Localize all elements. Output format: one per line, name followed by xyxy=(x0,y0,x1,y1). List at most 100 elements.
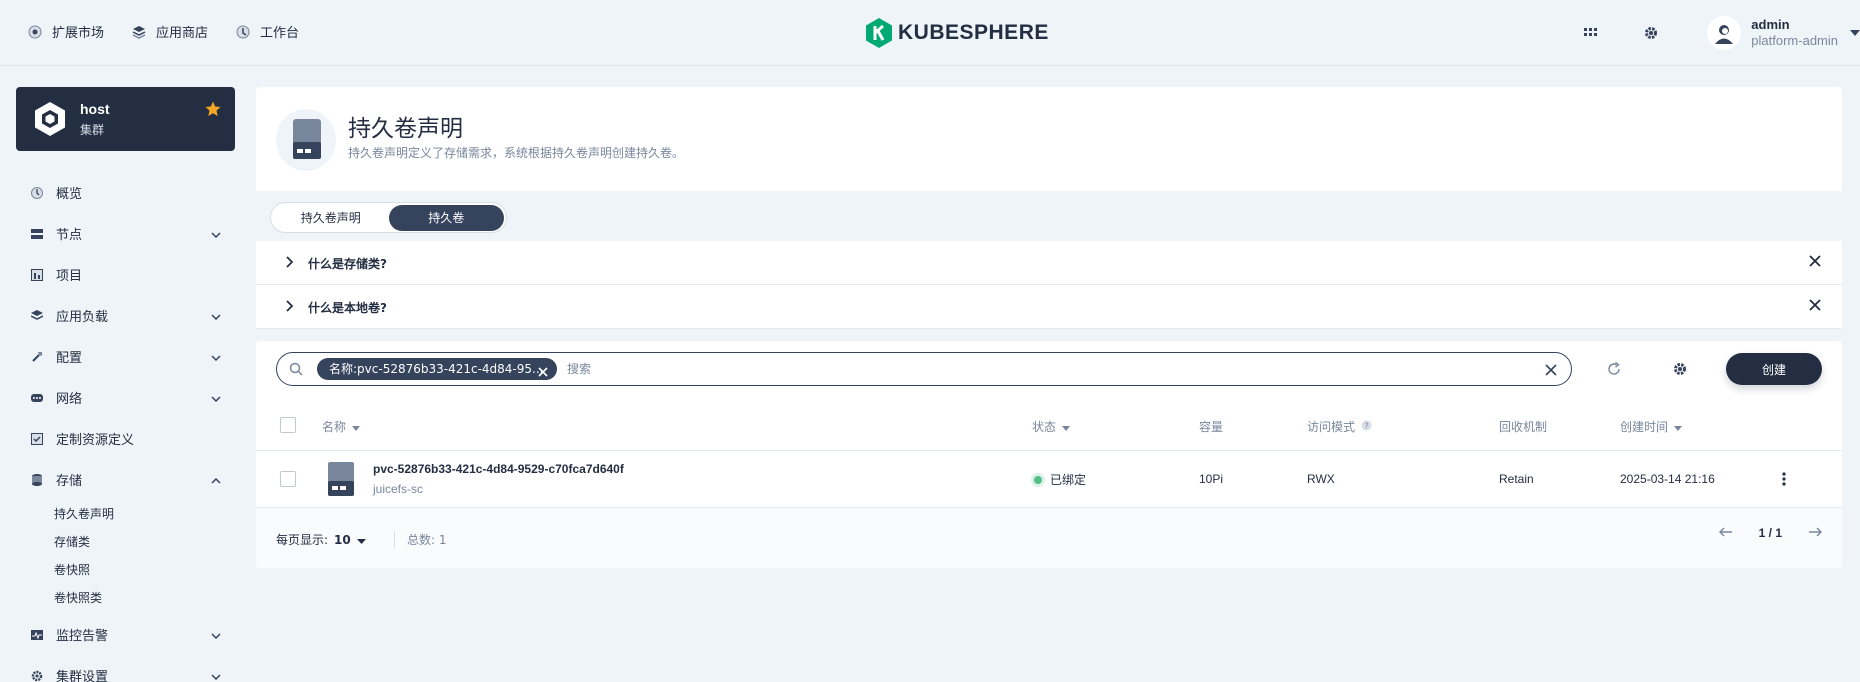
volume-name-link[interactable]: pvc-52876b33-421c-4d84-9529-c70fca7d640f xyxy=(373,462,624,476)
star-icon[interactable] xyxy=(205,101,221,120)
column-created[interactable]: 创建时间 xyxy=(1620,418,1683,435)
topnav-workbench[interactable]: 工作台 xyxy=(236,22,299,41)
sidebar-item-network[interactable]: 网络 xyxy=(16,377,235,418)
table-header: 名称 状态 容量 访问模式 ? 回收机制 创建时间 xyxy=(256,399,1842,451)
volume-icon xyxy=(276,109,336,171)
status-badge: 已绑定 xyxy=(1034,471,1086,488)
sidebar-item-cluster-settings[interactable]: 集群设置 xyxy=(16,655,235,682)
kubesphere-logo-icon xyxy=(866,18,892,48)
top-right-actions: admin platform-admin xyxy=(1571,0,1860,66)
column-label: 创建时间 xyxy=(1620,420,1669,434)
column-capacity: 容量 xyxy=(1199,418,1223,435)
sidebar-item-label: 概览 xyxy=(56,187,83,202)
user-name: admin xyxy=(1751,17,1790,32)
column-settings-button[interactable] xyxy=(1666,356,1694,384)
select-all-checkbox[interactable] xyxy=(280,417,296,433)
column-label: 访问模式 xyxy=(1307,420,1356,434)
sidebar-item-label: 定制资源定义 xyxy=(56,433,135,448)
cluster-name: host xyxy=(80,101,110,117)
sidebar-item-label: 应用负载 xyxy=(56,310,109,325)
sidebar-item-nodes[interactable]: 节点 xyxy=(16,213,235,254)
refresh-button[interactable] xyxy=(1600,356,1628,384)
sidebar-subitem-pvc[interactable]: 持久卷声明 xyxy=(16,500,235,528)
page-header: 持久卷声明 持久卷声明定义了存储需求，系统根据持久卷声明创建持久卷。 xyxy=(256,87,1842,191)
faq-storage-class[interactable]: 什么是存储类? xyxy=(256,241,1842,285)
help-icon[interactable]: ? xyxy=(1361,420,1372,434)
config-icon xyxy=(30,350,44,364)
cluster-icon xyxy=(30,99,70,139)
user-menu[interactable]: admin platform-admin xyxy=(1707,16,1860,50)
sidebar-subitem-volume-snapshot-class[interactable]: 卷快照类 xyxy=(16,584,235,612)
sidebar-item-projects[interactable]: 项目 xyxy=(16,254,235,295)
next-page-icon[interactable] xyxy=(1808,526,1822,540)
topnav-extensions[interactable]: 扩展市场 xyxy=(28,22,104,41)
created-time-value: 2025-03-14 21:16 xyxy=(1620,472,1715,486)
sidebar-item-storage[interactable]: 存储 xyxy=(16,459,235,500)
chevron-down-icon xyxy=(211,628,221,643)
column-status[interactable]: 状态 xyxy=(1032,418,1071,435)
faq-label: 什么是本地卷? xyxy=(308,301,387,315)
page-title: 持久卷声明 xyxy=(348,116,463,142)
page-size-value: 10 xyxy=(334,532,351,547)
column-name[interactable]: 名称 xyxy=(322,418,361,435)
pager: 1 / 1 xyxy=(1718,526,1822,540)
volume-icon xyxy=(326,461,356,500)
column-label: 状态 xyxy=(1032,420,1057,434)
table-row[interactable]: pvc-52876b33-421c-4d84-9529-c70fca7d640f… xyxy=(256,451,1842,508)
close-icon[interactable] xyxy=(537,363,549,385)
grid-icon xyxy=(1584,28,1598,38)
topnav-app-store[interactable]: 应用商店 xyxy=(132,22,208,41)
page-description: 持久卷声明定义了存储需求，系统根据持久卷声明创建持久卷。 xyxy=(348,146,685,160)
faq-local-volume[interactable]: 什么是本地卷? xyxy=(256,285,1842,329)
status-dot-icon xyxy=(1034,475,1042,484)
sidebar-item-monitoring[interactable]: 监控告警 xyxy=(16,614,235,655)
chevron-right-icon xyxy=(286,299,294,315)
sidebar-item-config[interactable]: 配置 xyxy=(16,336,235,377)
filter-chip-label: 名称:pvc-52876b33-421c-4d84-95... xyxy=(329,362,544,376)
sidebar-item-crd[interactable]: 定制资源定义 xyxy=(16,418,235,459)
chevron-down-icon xyxy=(211,309,221,324)
topnav-label: 应用商店 xyxy=(156,26,209,41)
settings-button[interactable] xyxy=(1631,13,1671,53)
column-label: 容量 xyxy=(1199,420,1224,434)
prev-page-icon[interactable] xyxy=(1718,526,1733,540)
apps-grid-button[interactable] xyxy=(1571,13,1611,53)
chevron-down-icon xyxy=(211,227,221,242)
sidebar-subitem-volume-snapshot[interactable]: 卷快照 xyxy=(16,556,235,584)
status-label: 已绑定 xyxy=(1050,473,1087,487)
search-bar[interactable]: 名称:pvc-52876b33-421c-4d84-95... xyxy=(276,352,1572,386)
page-size-select[interactable]: 每页显示: 10 xyxy=(276,531,366,548)
more-actions-icon[interactable] xyxy=(1774,469,1794,489)
sidebar-item-label: 监控告警 xyxy=(56,629,109,644)
brand-logo[interactable]: KUBESPHERE xyxy=(866,18,1049,48)
sort-caret-icon xyxy=(1674,420,1683,434)
topnav-label: 扩展市场 xyxy=(52,26,105,41)
workloads-icon xyxy=(30,309,44,323)
tab-pv[interactable]: 持久卷 xyxy=(388,204,504,231)
column-access-mode: 访问模式 ? xyxy=(1307,418,1372,435)
clear-icon[interactable] xyxy=(1545,363,1557,379)
nodes-icon xyxy=(30,227,44,241)
chevron-down-icon xyxy=(211,391,221,406)
access-mode-value: RWX xyxy=(1307,472,1335,486)
sidebar-item-label: 配置 xyxy=(56,351,83,366)
close-icon[interactable] xyxy=(1808,298,1822,315)
search-input[interactable] xyxy=(567,359,1467,379)
tab-pvc[interactable]: 持久卷声明 xyxy=(273,205,389,231)
table-footer: 每页显示: 10 总数: 1 1 / 1 xyxy=(256,508,1842,568)
sidebar: 概览 节点 项目 应用负载 配置 网络 定制资源定义 存储 持久卷声明 存储类 … xyxy=(16,172,235,682)
cluster-card[interactable]: host 集群 xyxy=(16,87,235,151)
create-button[interactable]: 创建 xyxy=(1726,353,1822,385)
sidebar-item-overview[interactable]: 概览 xyxy=(16,172,235,213)
dashboard-icon xyxy=(30,186,44,200)
close-icon[interactable] xyxy=(1808,254,1822,271)
sidebar-item-label: 存储 xyxy=(56,474,83,489)
main-content: 持久卷声明 持久卷声明定义了存储需求，系统根据持久卷声明创建持久卷。 持久卷声明… xyxy=(256,87,1842,568)
brand-name: KUBESPHERE xyxy=(898,21,1049,44)
sidebar-subitem-storage-class[interactable]: 存储类 xyxy=(16,528,235,556)
tab-switcher: 持久卷声明 持久卷 xyxy=(270,202,507,233)
sidebar-item-workloads[interactable]: 应用负载 xyxy=(16,295,235,336)
row-checkbox[interactable] xyxy=(280,471,296,487)
filter-chip[interactable]: 名称:pvc-52876b33-421c-4d84-95... xyxy=(317,358,557,380)
storage-class-name: juicefs-sc xyxy=(373,482,424,496)
